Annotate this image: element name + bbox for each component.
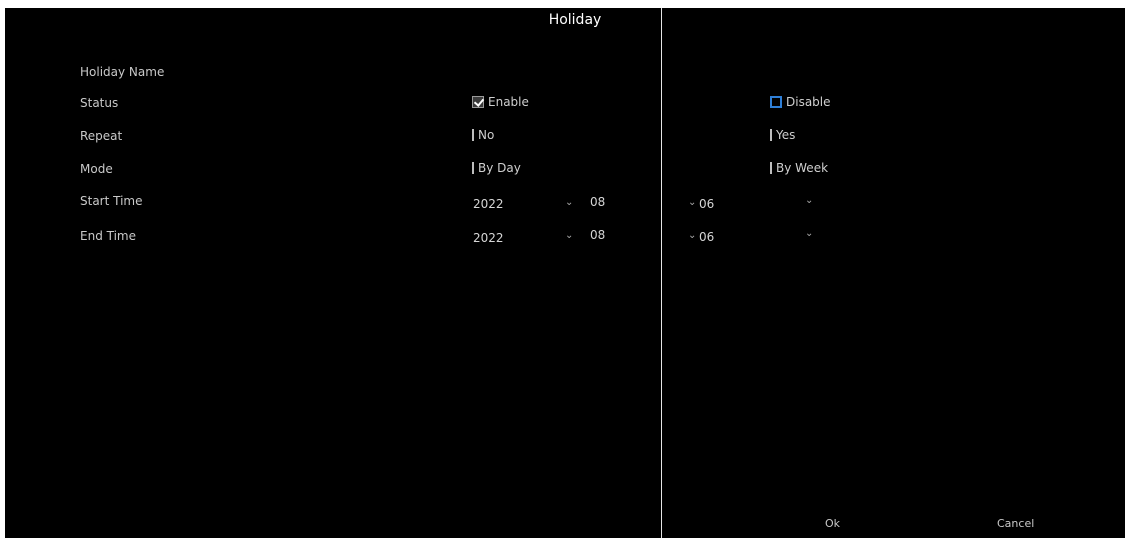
mode-by-week-radio[interactable] (770, 162, 772, 174)
end-year-dropdown-icon[interactable]: ⌄ (565, 230, 573, 241)
end-time-label: End Time (80, 229, 136, 243)
repeat-yes-radio[interactable] (770, 129, 772, 141)
status-enable-option[interactable]: Enable (472, 95, 529, 109)
holiday-name-label: Holiday Name (80, 65, 165, 79)
start-year-dropdown-icon[interactable]: ⌄ (565, 197, 573, 208)
start-day-dropdown-icon[interactable]: ⌄ (805, 195, 813, 206)
cancel-button[interactable]: Cancel (997, 517, 1034, 530)
end-month-dropdown-icon[interactable]: ⌄ (688, 230, 696, 241)
repeat-label: Repeat (80, 129, 123, 143)
disable-label: Disable (786, 95, 831, 109)
start-month-field[interactable]: 08 (590, 195, 605, 209)
start-day-field[interactable]: 06 (699, 197, 714, 211)
end-day-field[interactable]: 06 (699, 230, 714, 244)
disable-checkbox[interactable] (770, 96, 782, 108)
enable-checkbox[interactable] (472, 96, 484, 108)
mode-by-week-option[interactable]: By Week (770, 161, 828, 175)
status-label: Status (80, 96, 119, 110)
dialog-title: Holiday (548, 12, 602, 28)
repeat-no-option[interactable]: No (472, 128, 494, 142)
start-year-field[interactable]: 2022 (473, 197, 504, 211)
enable-label: Enable (488, 95, 529, 109)
mode-by-day-label: By Day (478, 161, 521, 175)
mode-by-day-radio[interactable] (472, 162, 474, 174)
holiday-dialog: Holiday Holiday Name Status Repeat Mode … (5, 8, 1125, 538)
mode-by-week-label: By Week (776, 161, 829, 175)
mode-label: Mode (80, 162, 113, 176)
mode-by-day-option[interactable]: By Day (472, 161, 521, 175)
end-month-field[interactable]: 08 (590, 228, 605, 242)
end-year-field[interactable]: 2022 (473, 231, 504, 245)
ok-button[interactable]: Ok (825, 517, 840, 530)
repeat-no-radio[interactable] (472, 129, 474, 141)
status-disable-option[interactable]: Disable (770, 95, 831, 109)
repeat-no-label: No (478, 128, 495, 142)
repeat-yes-option[interactable]: Yes (770, 128, 795, 142)
end-day-dropdown-icon[interactable]: ⌄ (805, 228, 813, 239)
repeat-yes-label: Yes (776, 128, 796, 142)
start-month-dropdown-icon[interactable]: ⌄ (688, 197, 696, 208)
vertical-divider (661, 8, 662, 538)
start-time-label: Start Time (80, 194, 143, 208)
